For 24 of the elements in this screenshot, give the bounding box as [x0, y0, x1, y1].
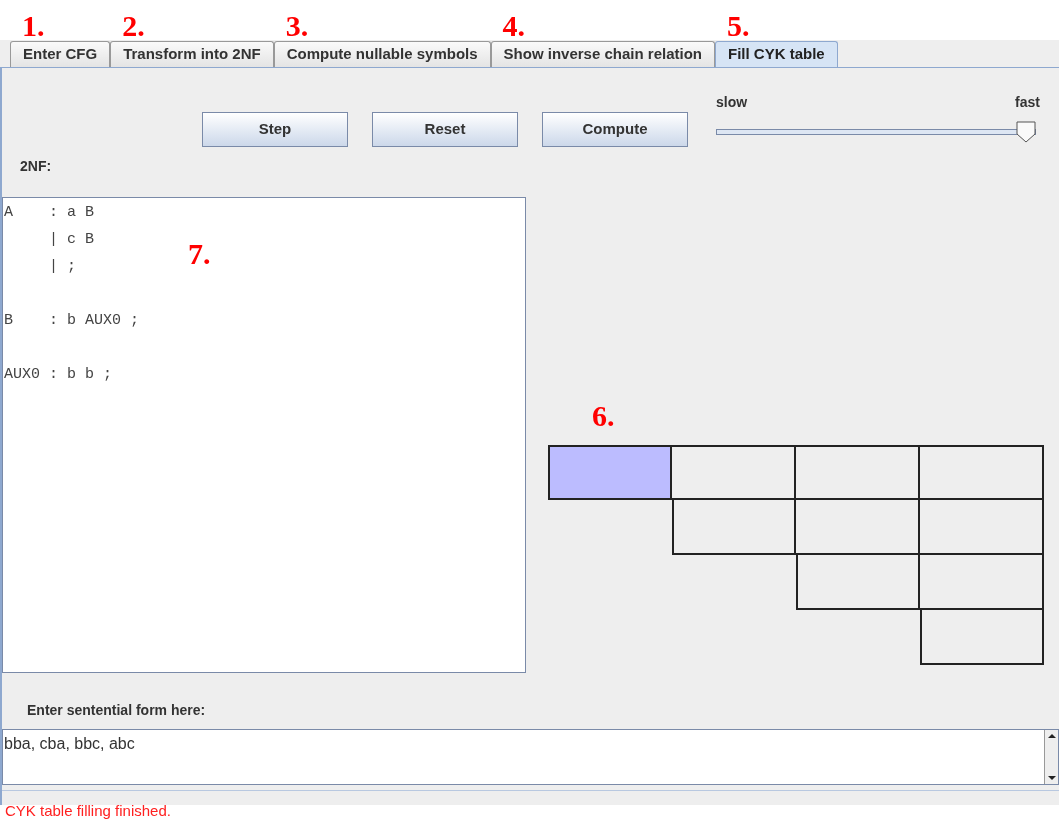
annotation-number: 4. — [502, 11, 526, 41]
tab[interactable]: Fill CYK table — [715, 41, 838, 67]
annotation-number: 1. — [22, 11, 45, 41]
tab[interactable]: Compute nullable symbols — [273, 41, 491, 67]
annotation-number: 5. — [727, 11, 750, 41]
annotation-number: 3. — [285, 11, 309, 41]
annotation-number: 2. — [122, 11, 145, 41]
annotation-number: 7. — [188, 239, 211, 269]
action-button[interactable]: Reset — [372, 112, 518, 147]
annotation-number: 6. — [592, 401, 615, 431]
tab[interactable]: Enter CFG — [10, 41, 111, 67]
tab[interactable]: Show inverse chain relation — [490, 41, 715, 67]
speed-slider[interactable] — [716, 119, 1036, 143]
status-message: CYK table filling finished. — [5, 802, 171, 819]
action-button[interactable]: Compute — [542, 112, 688, 147]
slider-thumb[interactable] — [1016, 121, 1036, 143]
scrollbar[interactable] — [1044, 730, 1058, 784]
input-label: Enter sentential form here: — [27, 701, 207, 720]
slider-max-label: fast — [1015, 93, 1040, 112]
tab[interactable]: Transform into 2NF — [110, 41, 274, 67]
grammar-label: 2NF: — [20, 157, 53, 176]
action-button[interactable]: Step — [202, 112, 348, 147]
sentential-form-field[interactable]: bba, cba, bbc, abc — [2, 729, 1059, 785]
slider-min-label: slow — [716, 93, 748, 112]
